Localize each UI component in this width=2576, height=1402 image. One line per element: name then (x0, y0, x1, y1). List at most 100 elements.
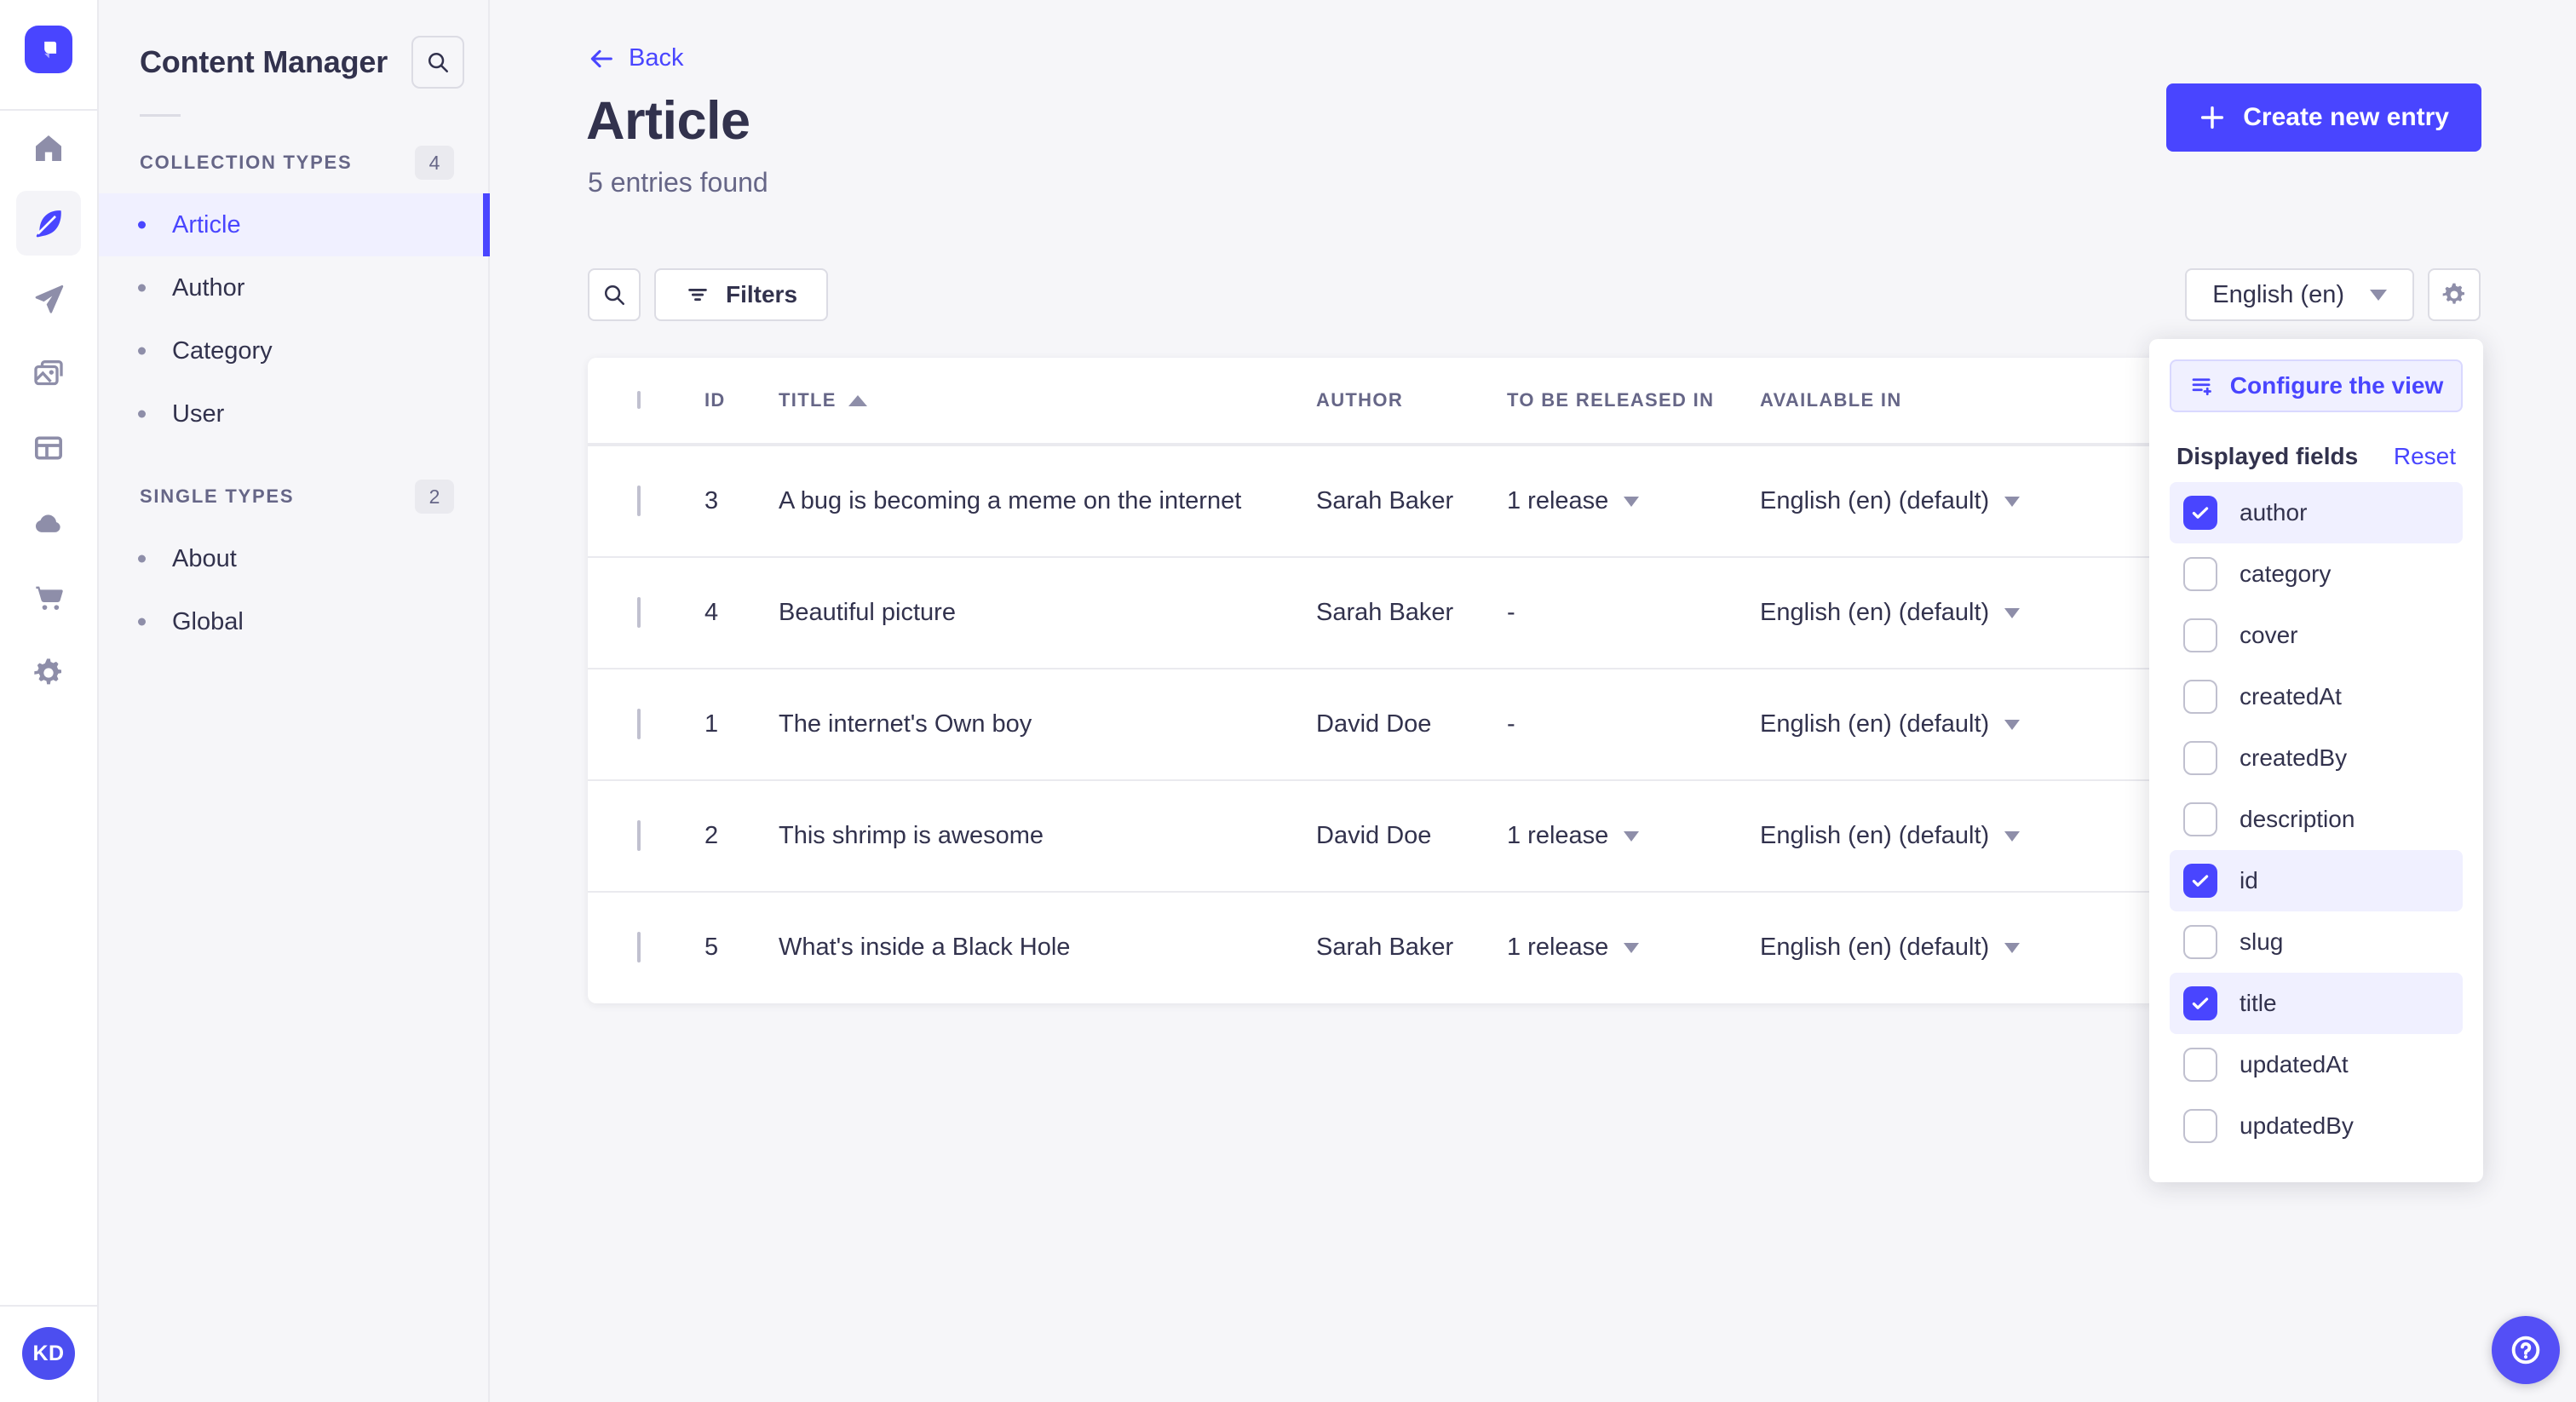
feather-pen-icon (36, 210, 61, 238)
field-option-title[interactable]: title (2170, 973, 2463, 1034)
row-checkbox[interactable] (637, 820, 641, 851)
field-option-category[interactable]: category (2170, 543, 2463, 605)
cell-title: The internet's Own boy (779, 710, 1032, 738)
cell-release-menu[interactable]: 1 release (1507, 934, 1760, 962)
cell-available-menu[interactable]: English (en) (default) (1760, 710, 2181, 738)
cell-title: A bug is becoming a meme on the internet (779, 487, 1242, 514)
sort-ascending-icon[interactable] (848, 394, 867, 406)
column-header-release[interactable]: TO BE RELEASED IN (1507, 389, 1760, 411)
locale-select[interactable]: English (en) (2185, 268, 2414, 321)
layout-icon (35, 436, 62, 460)
checkbox-unchecked[interactable] (2183, 618, 2217, 652)
column-header-title[interactable]: TITLE (779, 389, 1316, 411)
back-link[interactable]: Back (588, 44, 683, 72)
sidebar-item-about[interactable]: About (99, 527, 488, 590)
checkbox-unchecked[interactable] (2183, 741, 2217, 775)
field-option-updatedBy[interactable]: updatedBy (2170, 1095, 2463, 1157)
field-option-createdBy[interactable]: createdBy (2170, 727, 2463, 789)
configure-view-button[interactable]: Configure the view (2170, 359, 2463, 412)
row-checkbox[interactable] (637, 597, 641, 628)
sidebar-search-button[interactable] (411, 36, 464, 89)
sidebar-item-author[interactable]: Author (99, 256, 488, 319)
user-avatar[interactable]: KD (22, 1327, 75, 1380)
nav-releases-button[interactable] (16, 266, 81, 330)
checkbox-checked[interactable] (2183, 986, 2217, 1020)
row-checkbox[interactable] (637, 932, 641, 962)
gear-icon (34, 658, 61, 685)
field-option-slug[interactable]: slug (2170, 911, 2463, 973)
checkbox-checked[interactable] (2183, 496, 2217, 530)
checkbox-unchecked[interactable] (2183, 925, 2217, 959)
field-option-updatedAt[interactable]: updatedAt (2170, 1034, 2463, 1095)
table-row[interactable]: 3 A bug is becoming a meme on the intern… (588, 445, 2181, 556)
checkbox-unchecked[interactable] (2183, 680, 2217, 714)
field-option-cover[interactable]: cover (2170, 605, 2463, 666)
checkbox-unchecked[interactable] (2183, 557, 2217, 591)
cell-available-menu[interactable]: English (en) (default) (1760, 822, 2181, 850)
cell-release-menu[interactable]: 1 release (1507, 822, 1760, 850)
table-header-row: ID TITLE AUTHOR TO BE RELEASED IN AVAILA… (588, 358, 2181, 445)
nav-content-manager-button[interactable] (16, 191, 81, 256)
select-all-checkbox[interactable] (637, 391, 641, 409)
entries-table: ID TITLE AUTHOR TO BE RELEASED IN AVAILA… (588, 358, 2181, 1003)
table-row[interactable]: 4 Beautiful picture Sarah Baker - Englis… (588, 556, 2181, 668)
configure-view-label: Configure the view (2229, 372, 2444, 399)
sidebar-item-article[interactable]: Article (99, 193, 490, 256)
nav-content-type-builder-button[interactable] (16, 416, 81, 480)
strapi-logo-icon (44, 41, 57, 59)
checkbox-checked[interactable] (2183, 864, 2217, 898)
checkbox-unchecked[interactable] (2183, 1048, 2217, 1082)
column-header-author[interactable]: AUTHOR (1316, 389, 1507, 411)
sidebar-item-label: Article (172, 210, 241, 238)
cloud-icon (35, 514, 60, 532)
check-icon (2192, 997, 2209, 1009)
nav-settings-button[interactable] (16, 641, 81, 705)
table-row[interactable]: 2 This shrimp is awesome David Doe 1 rel… (588, 779, 2181, 891)
table-row[interactable]: 1 The internet's Own boy David Doe - Eng… (588, 668, 2181, 779)
view-settings-button[interactable] (2428, 268, 2481, 321)
reset-fields-link[interactable]: Reset (2394, 443, 2456, 470)
nav-marketplace-button[interactable] (16, 566, 81, 630)
cell-release: - (1507, 599, 1515, 626)
nav-home-button[interactable] (16, 116, 81, 181)
nav-media-library-button[interactable] (16, 341, 81, 405)
cell-id: 4 (704, 599, 719, 626)
field-option-id[interactable]: id (2170, 850, 2463, 911)
sidebar-item-label: Global (172, 607, 244, 635)
cell-available-menu[interactable]: English (en) (default) (1760, 934, 2181, 962)
field-option-author[interactable]: author (2170, 482, 2463, 543)
row-checkbox[interactable] (637, 486, 641, 516)
table-row[interactable]: 5 What's inside a Black Hole Sarah Baker… (588, 891, 2181, 1003)
nav-deploy-button[interactable] (16, 491, 81, 555)
field-option-label: createdBy (2240, 744, 2348, 771)
images-icon (34, 360, 63, 386)
filters-button[interactable]: Filters (654, 268, 829, 321)
cell-release: - (1507, 710, 1515, 738)
checkbox-unchecked[interactable] (2183, 1109, 2217, 1143)
field-option-label: id (2240, 867, 2258, 893)
search-entries-button[interactable] (588, 268, 641, 321)
cell-available-menu[interactable]: English (en) (default) (1760, 599, 2181, 627)
filter-icon (688, 288, 707, 302)
column-header-available[interactable]: AVAILABLE IN (1760, 389, 2181, 411)
field-option-createdAt[interactable]: createdAt (2170, 666, 2463, 727)
create-entry-label: Create new entry (2243, 103, 2449, 131)
create-entry-button[interactable]: Create new entry (2166, 83, 2481, 152)
cell-id: 1 (704, 710, 719, 738)
content-manager-sidebar: Content Manager COLLECTION TYPES 4 Artic… (99, 0, 490, 1402)
sidebar-item-global[interactable]: Global (99, 590, 488, 653)
field-option-label: category (2240, 560, 2332, 587)
sidebar-item-category[interactable]: Category (99, 319, 488, 382)
column-header-id[interactable]: ID (704, 389, 779, 411)
single-types-section: SINGLE TYPES 2 About Global (99, 480, 488, 653)
field-option-label: createdAt (2240, 683, 2342, 710)
field-option-description[interactable]: description (2170, 789, 2463, 850)
help-button[interactable] (2492, 1316, 2560, 1384)
collection-types-section: COLLECTION TYPES 4 Article Author Catego… (99, 146, 490, 445)
cell-author: Sarah Baker (1316, 599, 1454, 626)
checkbox-unchecked[interactable] (2183, 802, 2217, 836)
cell-available-menu[interactable]: English (en) (default) (1760, 487, 2181, 515)
sidebar-item-user[interactable]: User (99, 382, 488, 445)
cell-release-menu[interactable]: 1 release (1507, 487, 1760, 515)
row-checkbox[interactable] (637, 709, 641, 739)
